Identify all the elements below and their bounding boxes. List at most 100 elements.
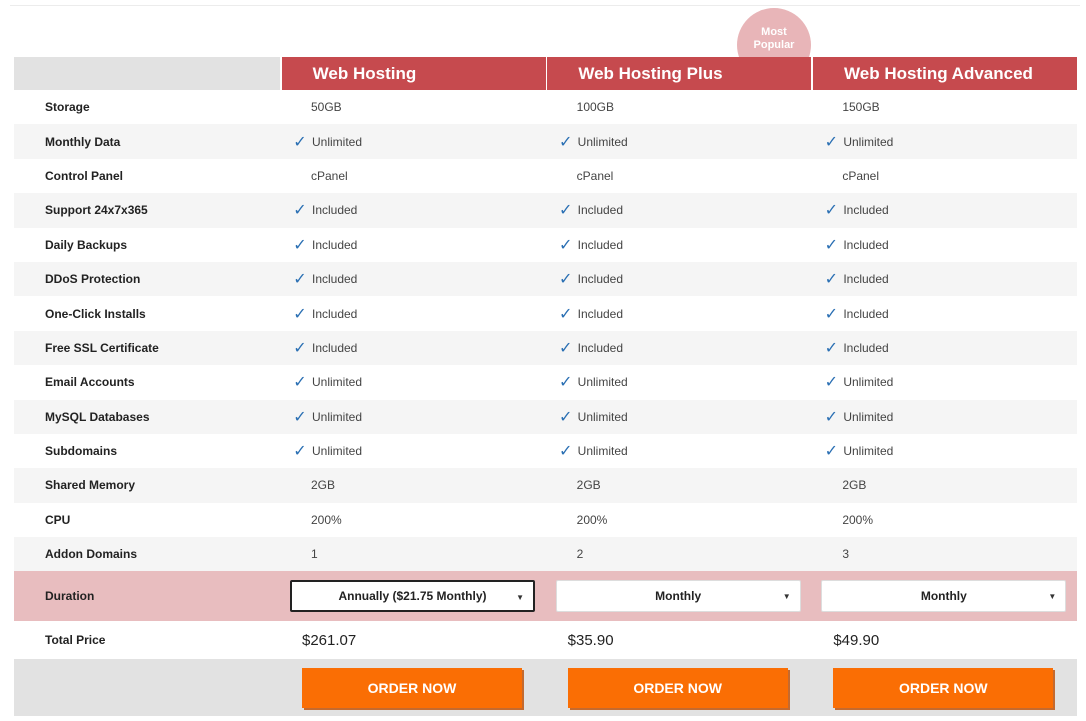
feature-value-cell: 2: [546, 547, 812, 561]
total-price-cell: $261.07: [280, 632, 546, 649]
feature-value: Unlimited: [577, 409, 628, 424]
feature-label: Monthly Data: [45, 134, 121, 149]
order-blank-cell: [14, 659, 280, 716]
duration-select-value: Annually ($21.75 Monthly): [338, 589, 487, 604]
feature-value: Unlimited: [843, 134, 894, 149]
feature-value-cell: ✓ Included: [811, 338, 1077, 358]
feature-label: Free SSL Certificate: [45, 340, 159, 355]
feature-value: Unlimited: [577, 444, 628, 459]
duration-select-web-hosting-plus[interactable]: Monthly ▼: [555, 580, 801, 613]
feature-value-cell: 200%: [546, 513, 812, 527]
feature-value: 100GB: [576, 100, 615, 115]
feature-value-cell: ✓ Included: [280, 200, 546, 220]
feature-value: Included: [577, 306, 624, 321]
check-icon: ✓: [293, 133, 307, 151]
feature-value-cell: ✓ Unlimited: [280, 372, 546, 392]
badge-line-2: Popular: [753, 39, 795, 51]
check-icon: ✓: [558, 374, 573, 392]
check-icon: ✓: [824, 133, 839, 151]
check-icon: ✓: [293, 271, 307, 289]
feature-value: Included: [577, 237, 624, 252]
feature-value-cell: ✓ Included: [811, 304, 1077, 324]
order-now-button-web-hosting-advanced[interactable]: ORDER NOW: [833, 667, 1054, 708]
caret-down-icon: ▼: [1048, 592, 1057, 602]
feature-label: Email Accounts: [45, 375, 135, 390]
check-icon: ✓: [293, 339, 307, 357]
feature-value-cell: ✓ Unlimited: [811, 407, 1077, 427]
feature-label: DDoS Protection: [45, 272, 141, 287]
duration-select-web-hosting[interactable]: Annually ($21.75 Monthly) ▼: [289, 580, 535, 613]
badge-line-1: Most: [761, 26, 787, 38]
feature-row: Daily Backups ✓ Included ✓ Included ✓ Included: [14, 228, 1077, 262]
check-icon: ✓: [824, 443, 839, 461]
feature-value: Included: [311, 272, 358, 287]
feature-value-cell: ✓ Included: [280, 269, 546, 289]
check-icon: ✓: [293, 408, 307, 426]
feature-value: Unlimited: [311, 375, 362, 390]
order-now-button-web-hosting-plus[interactable]: ORDER NOW: [567, 667, 788, 708]
feature-value-cell: ✓ Unlimited: [811, 441, 1077, 461]
feature-value: cPanel: [842, 168, 880, 183]
feature-value: Unlimited: [311, 444, 362, 459]
feature-value-cell: 2GB: [811, 478, 1077, 492]
feature-value-cell: 200%: [280, 513, 546, 527]
feature-value-cell: ✓ Unlimited: [280, 441, 546, 461]
check-icon: ✓: [293, 202, 307, 220]
check-icon: ✓: [824, 236, 839, 254]
check-icon: ✓: [558, 133, 573, 151]
check-icon: ✓: [824, 408, 839, 426]
check-icon: ✓: [558, 339, 573, 357]
feature-row: CPU 200% 200% 200%: [14, 503, 1077, 537]
check-icon: ✓: [558, 236, 573, 254]
feature-row: Shared Memory 2GB 2GB 2GB: [14, 468, 1077, 503]
feature-value: Unlimited: [843, 444, 894, 459]
feature-value: Unlimited: [311, 134, 362, 149]
feature-value: 200%: [576, 512, 608, 527]
duration-select-value: Monthly: [920, 589, 967, 604]
duration-label: Duration: [45, 589, 95, 604]
feature-row: Control Panel cPanel cPanel cPanel: [14, 159, 1077, 193]
feature-value-cell: ✓ Included: [546, 338, 812, 358]
feature-value: 2GB: [576, 478, 601, 493]
feature-row: MySQL Databases ✓ Unlimited ✓ Unlimited ✓ Unli…: [14, 399, 1077, 434]
plan-header-web-hosting-plus: Web Hosting Plus: [547, 57, 812, 90]
feature-value: Unlimited: [843, 375, 894, 390]
feature-value: Included: [843, 237, 889, 252]
duration-select-web-hosting-advanced[interactable]: Monthly ▼: [821, 580, 1067, 613]
feature-value: cPanel: [576, 168, 614, 183]
caret-down-icon: ▼: [516, 593, 524, 603]
feature-value: Unlimited: [843, 409, 894, 424]
feature-label: Shared Memory: [45, 478, 136, 493]
order-cell: ORDER NOW: [546, 667, 812, 708]
feature-row: Addon Domains 1 2 3: [14, 537, 1077, 572]
check-icon: ✓: [558, 408, 573, 426]
feature-value-cell: 150GB: [811, 100, 1077, 114]
feature-value-cell: ✓ Unlimited: [546, 407, 812, 427]
feature-label: Control Panel: [45, 168, 124, 183]
feature-value-cell: ✓ Unlimited: [546, 132, 812, 152]
feature-value: 150GB: [842, 100, 880, 115]
order-cell: ORDER NOW: [811, 667, 1077, 708]
feature-label: Subdomains: [45, 444, 118, 459]
feature-value-cell: ✓ Unlimited: [811, 372, 1077, 392]
header-blank-cell: [14, 57, 280, 90]
total-price-cell: $49.90: [811, 632, 1077, 649]
check-icon: ✓: [558, 443, 573, 461]
feature-value: 2: [576, 547, 584, 562]
check-icon: ✓: [824, 202, 839, 220]
order-now-button-web-hosting[interactable]: ORDER NOW: [301, 667, 522, 708]
feature-value: 200%: [310, 512, 342, 527]
feature-value-cell: 100GB: [546, 100, 812, 114]
feature-value-cell: ✓ Included: [280, 235, 546, 255]
feature-value: 2GB: [842, 478, 867, 493]
feature-value: cPanel: [310, 168, 348, 183]
feature-value: Included: [311, 203, 358, 218]
feature-label: CPU: [45, 512, 71, 527]
feature-value: Included: [311, 237, 358, 252]
top-divider: [10, 5, 1080, 6]
feature-value-cell: ✓ Included: [546, 235, 812, 255]
feature-label: Daily Backups: [45, 237, 128, 252]
feature-value-cell: 2GB: [280, 478, 546, 492]
feature-value: Included: [843, 203, 889, 218]
check-icon: ✓: [293, 374, 307, 392]
